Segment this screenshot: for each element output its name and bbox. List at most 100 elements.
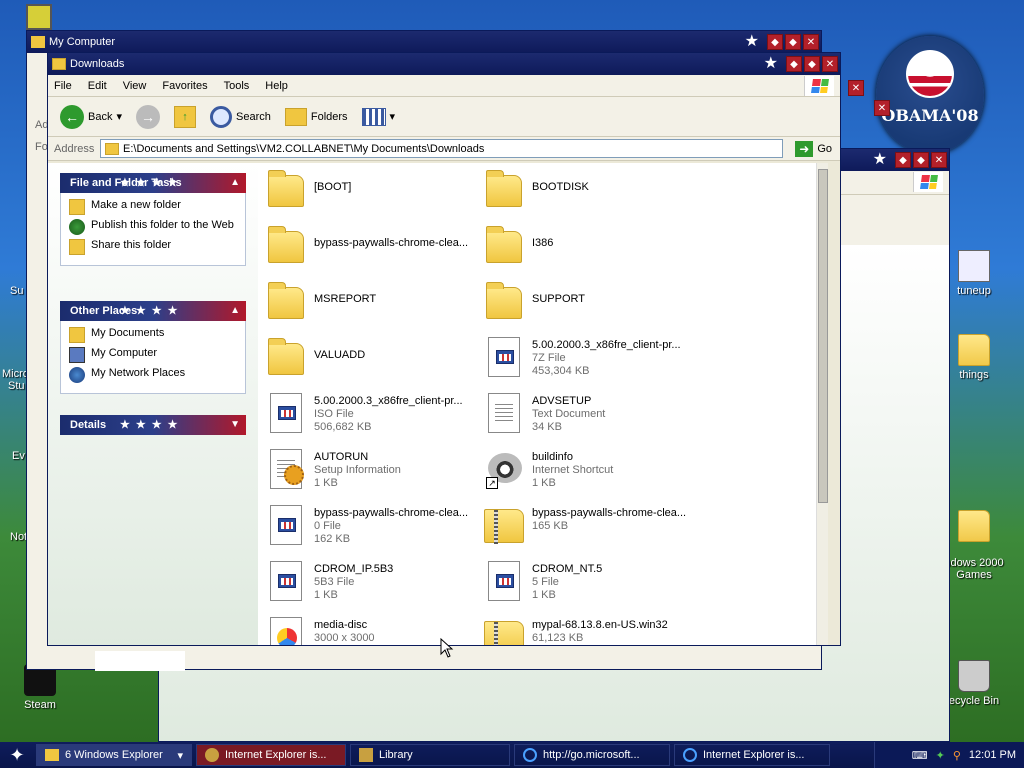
other-places-header[interactable]: ★★★★ Other Places ▲ [60, 301, 246, 321]
file-item[interactable]: CDROM_IP.5B3 5B3 File 1 KB [266, 561, 476, 611]
menu-view[interactable]: View [123, 80, 147, 92]
file-item[interactable]: MSREPORT [266, 281, 476, 331]
file-item[interactable]: BOOTDISK [484, 169, 694, 219]
go-arrow-icon: ➜ [795, 140, 814, 157]
close-button[interactable]: ✕ [803, 34, 819, 50]
file-icon [266, 505, 306, 547]
file-text: VALUADD [314, 337, 474, 387]
taskbar-item-internet-explorer-2[interactable]: Internet Explorer is... [674, 744, 830, 766]
keyboard-icon[interactable]: ⌨ [912, 749, 928, 762]
maximize-button[interactable]: ◆ [913, 152, 929, 168]
dropdown-arrow-icon[interactable]: ▾ [116, 110, 122, 123]
task-share-folder[interactable]: Share this folder [69, 239, 237, 255]
folders-button[interactable]: Folders [281, 106, 352, 128]
forward-button[interactable]: → [132, 103, 164, 131]
menu-favorites[interactable]: Favorites [162, 80, 207, 92]
desktop-top-left-icon[interactable] [26, 4, 52, 30]
maximize-button[interactable]: ◆ [785, 34, 801, 50]
downloads-window[interactable]: Downloads ★ ◆ ◆ ✕ File Edit View Favorites … [47, 52, 841, 646]
taskbar-item-go-microsoft[interactable]: http://go.microsoft... [514, 744, 670, 766]
file-item[interactable]: SUPPORT [484, 281, 694, 331]
file-icon [266, 393, 306, 435]
vertical-scrollbar[interactable] [816, 163, 828, 645]
views-button[interactable]: ▾ [358, 106, 400, 128]
close-button[interactable]: ✕ [931, 152, 947, 168]
place-my-computer[interactable]: My Computer [69, 347, 237, 363]
titlebar[interactable]: My Computer ★ ◆ ◆ ✕ [27, 31, 821, 53]
folders-fragment: Fo [35, 141, 48, 153]
stars-decoration: ★★★★ [120, 419, 184, 431]
search-tray-icon[interactable]: ⚲ [953, 749, 961, 762]
address-input[interactable]: E:\Documents and Settings\VM2.COLLABNET\… [100, 139, 784, 158]
taskbar-item-internet-explorer-1[interactable]: Internet Explorer is... [196, 744, 346, 766]
back-button[interactable]: ← Back ▾ [56, 103, 126, 131]
menu-tools[interactable]: Tools [224, 80, 250, 92]
close-button[interactable]: ✕ [848, 80, 864, 96]
file-item[interactable]: VALUADD [266, 337, 476, 387]
minimize-button[interactable]: ◆ [767, 34, 783, 50]
details-header[interactable]: ★★★★ Details ▼ [60, 415, 246, 435]
clock[interactable]: 12:01 PM [969, 749, 1016, 761]
menu-file[interactable]: File [54, 80, 72, 92]
desktop-icon-steam[interactable]: Steam [0, 664, 80, 711]
menubar: File Edit View Favorites Tools Help [48, 75, 840, 97]
taskbar-item-library[interactable]: Library [350, 744, 510, 766]
taskbar-label: Library [379, 749, 413, 761]
file-name: 5.00.2000.3_x86fre_client-pr... [314, 395, 463, 407]
task-publish-folder[interactable]: Publish this folder to the Web [69, 219, 237, 235]
menu-edit[interactable]: Edit [88, 80, 107, 92]
file-item[interactable]: [BOOT] [266, 169, 476, 219]
file-icon [266, 561, 306, 603]
expand-chevron-icon[interactable]: ▼ [230, 415, 240, 435]
close-button[interactable]: ✕ [822, 56, 838, 72]
dropdown-arrow-icon[interactable]: ▾ [390, 110, 396, 123]
place-label: My Network Places [91, 367, 186, 379]
minimize-button[interactable]: ◆ [895, 152, 911, 168]
file-item[interactable]: bypass-paywalls-chrome-clea... 165 KB [484, 505, 694, 555]
folder-icon [105, 142, 119, 155]
close-button[interactable]: ✕ [874, 100, 890, 116]
file-item[interactable]: 5.00.2000.3_x86fre_client-pr... ISO File 5… [266, 393, 476, 443]
file-folder-tasks-header[interactable]: ★★★★ File and Folder Tasks ▲ [60, 173, 246, 193]
file-text: CDROM_IP.5B3 5B3 File 1 KB [314, 561, 474, 611]
up-button[interactable]: ↑ [170, 104, 200, 130]
file-name: mypal-68.13.8.en-US.win32 [532, 619, 668, 631]
folder-icon [484, 225, 524, 267]
collapse-chevron-icon[interactable]: ▲ [230, 301, 240, 321]
file-item[interactable]: AUTORUN Setup Information 1 KB [266, 449, 476, 499]
network-tray-icon[interactable]: ✦ [936, 749, 945, 762]
windows-logo-icon [913, 172, 943, 192]
menu-help[interactable]: Help [265, 80, 288, 92]
file-item[interactable]: ADVSETUP Text Document 34 KB [484, 393, 694, 443]
task-label: Publish this folder to the Web [91, 219, 234, 231]
collapse-chevron-icon[interactable]: ▲ [230, 173, 240, 193]
file-name: AUTORUN [314, 451, 369, 463]
place-my-documents[interactable]: My Documents [69, 327, 237, 343]
file-item[interactable]: ↗ buildinfo Internet Shortcut 1 KB [484, 449, 694, 499]
scrollbar-thumb[interactable] [818, 169, 828, 503]
minimize-button[interactable]: ◆ [786, 56, 802, 72]
search-button[interactable]: Search [206, 104, 275, 130]
file-item[interactable]: mypal-68.13.8.en-US.win32 61,123 KB [484, 617, 694, 645]
titlebar[interactable]: Downloads ★ ◆ ◆ ✕ [48, 53, 840, 75]
file-item[interactable]: I386 [484, 225, 694, 275]
file-text: I386 [532, 225, 692, 275]
file-item[interactable]: bypass-paywalls-chrome-clea... 0 File 162 … [266, 505, 476, 555]
task-make-folder[interactable]: Make a new folder [69, 199, 237, 215]
internet-shortcut-icon: ↗ [484, 449, 524, 491]
file-folder-tasks-panel: ★★★★ File and Folder Tasks ▲ Make a new … [60, 173, 246, 266]
taskbar-item-windows-explorer[interactable]: 6 Windows Explorer ▾ [36, 744, 192, 766]
start-button[interactable]: ✦ [0, 742, 34, 768]
panel-body: Make a new folder Publish this folder to… [60, 193, 246, 266]
maximize-button[interactable]: ◆ [804, 56, 820, 72]
taskbar-label: Internet Explorer is... [703, 749, 805, 761]
file-item[interactable]: bypass-paywalls-chrome-clea... [266, 225, 476, 275]
file-text: ADVSETUP Text Document 34 KB [532, 393, 692, 443]
back-arrow-icon: ← [60, 104, 84, 129]
go-button[interactable]: ➜ Go [787, 140, 840, 157]
file-item[interactable]: CDROM_NT.5 5 File 1 KB [484, 561, 694, 611]
file-item[interactable]: 5.00.2000.3_x86fre_client-pr... 7Z File 45… [484, 337, 694, 387]
desktop-fragment-4: Ev [12, 450, 25, 462]
place-my-network[interactable]: My Network Places [69, 367, 237, 383]
folder-icon [266, 225, 306, 267]
